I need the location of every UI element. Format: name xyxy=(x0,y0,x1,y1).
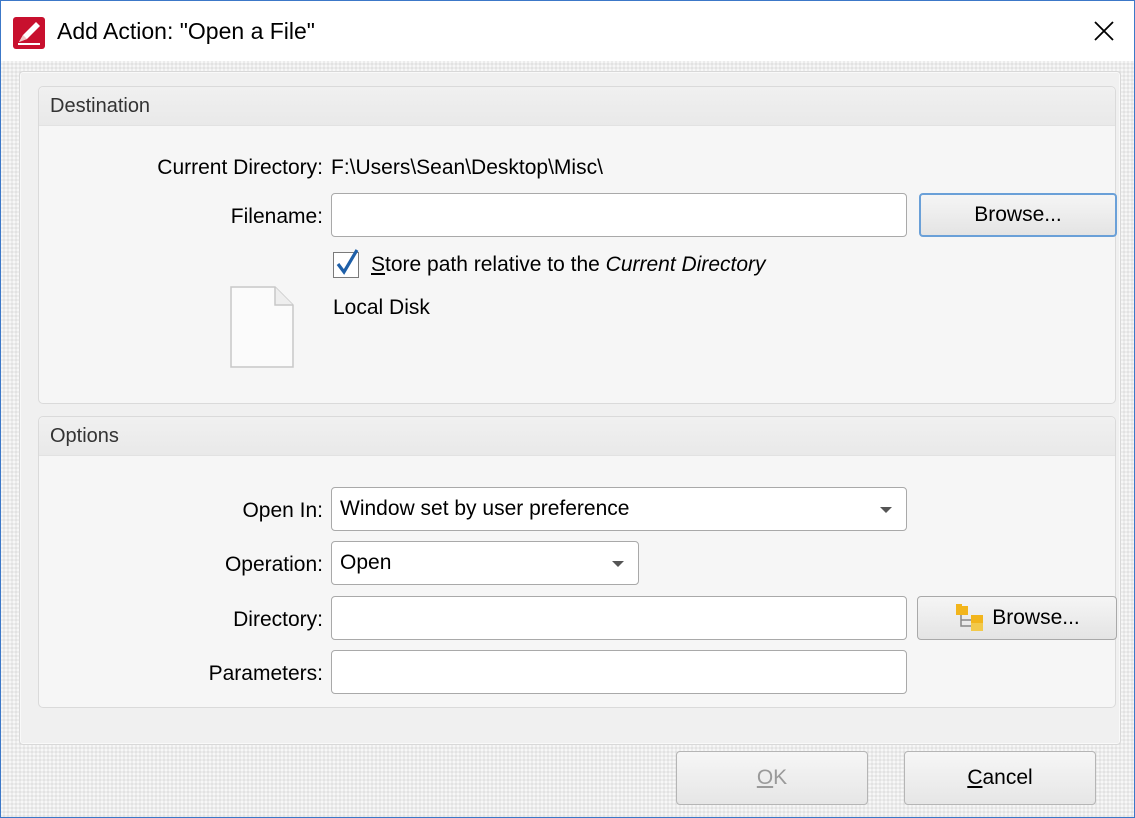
parameters-input[interactable] xyxy=(331,650,907,694)
current-directory-value: F:\Users\Sean\Desktop\Misc\ xyxy=(331,156,603,179)
options-header: Options xyxy=(39,417,1115,456)
store-path-label[interactable]: Store path relative to the Current Direc… xyxy=(371,253,766,277)
content-panel: Destination Current Directory: F:\Users\… xyxy=(19,71,1121,745)
dialog-body: Destination Current Directory: F:\Users\… xyxy=(1,61,1134,817)
title-bar: Add Action: "Open a File" xyxy=(1,1,1134,61)
filename-input[interactable] xyxy=(331,193,907,237)
open-in-select[interactable]: Window set by user preference xyxy=(331,487,907,531)
options-group: Options Open In: Window set by user pref… xyxy=(38,416,1117,708)
operation-label: Operation: xyxy=(224,553,323,576)
file-type-label: Local Disk xyxy=(333,296,430,319)
cancel-button[interactable]: Cancel xyxy=(904,751,1096,805)
ok-button[interactable]: OK xyxy=(676,751,868,805)
operation-select[interactable]: Open xyxy=(331,541,639,585)
filename-label: Filename: xyxy=(230,205,323,228)
parameters-label: Parameters: xyxy=(208,662,323,685)
store-path-checkbox[interactable] xyxy=(333,249,359,278)
blank-file-icon xyxy=(227,284,297,370)
open-in-label: Open In: xyxy=(242,499,323,522)
operation-value: Open xyxy=(340,551,392,574)
open-in-value: Window set by user preference xyxy=(340,497,630,520)
window-title: Add Action: "Open a File" xyxy=(57,18,315,44)
chevron-down-icon xyxy=(612,561,624,567)
directory-browse-label: Browse... xyxy=(992,606,1080,629)
close-button[interactable] xyxy=(1074,1,1134,61)
close-icon xyxy=(1094,21,1114,41)
filename-browse-button[interactable]: Browse... xyxy=(919,193,1117,237)
destination-header: Destination xyxy=(39,87,1115,126)
checkmark-icon xyxy=(336,249,359,275)
dialog-window: Add Action: "Open a File" Destination Cu… xyxy=(0,0,1135,818)
pdf-editor-icon xyxy=(13,17,45,49)
directory-browse-button[interactable]: Browse... xyxy=(917,596,1117,640)
directory-label: Directory: xyxy=(233,608,323,631)
chevron-down-icon xyxy=(880,507,892,513)
destination-group: Destination Current Directory: F:\Users\… xyxy=(38,86,1117,404)
current-directory-label: Current Directory: xyxy=(157,156,323,179)
directory-input[interactable] xyxy=(331,596,907,640)
folder-tree-icon xyxy=(956,604,984,631)
